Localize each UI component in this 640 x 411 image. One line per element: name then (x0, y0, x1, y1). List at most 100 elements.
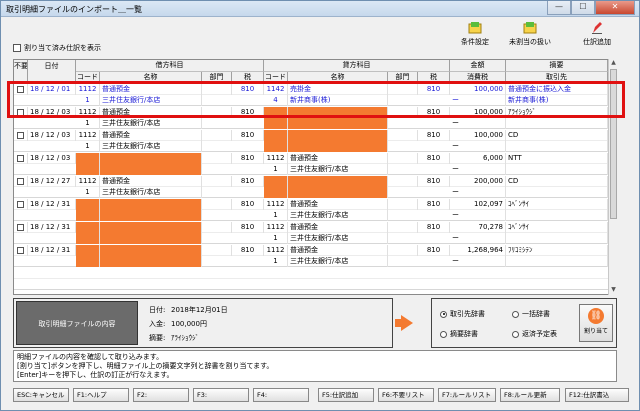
checkbox-box[interactable] (17, 178, 24, 185)
fkey-button[interactable]: F6:不要リスト (378, 388, 434, 402)
debit-sub-name: 三井住友銀行/本店 (100, 118, 202, 129)
table-row[interactable]: 18 / 12 / 27 1112 普通預金 810 810 200,000 CD (14, 176, 608, 187)
radio-source-dict-indicator[interactable] (440, 310, 447, 318)
table-row[interactable]: 18 / 12 / 31 810 1112 普通預金 810 102,097 ｺﾍﾞﾝｻｲ (14, 199, 608, 210)
fkey-button[interactable]: F2: (133, 388, 189, 402)
minimize-button[interactable]: — (547, 1, 571, 15)
header-amount: 金額 (450, 60, 506, 72)
table-row-sub[interactable] (14, 279, 608, 290)
radio-bulk-dict-indicator[interactable] (512, 310, 519, 318)
row-checkbox[interactable] (14, 107, 28, 118)
row-checkbox[interactable] (14, 222, 28, 233)
credit-dept (388, 153, 418, 164)
debit-dept (202, 245, 232, 256)
table-row-sub[interactable]: 1 三井住友銀行/本店 ー (14, 256, 608, 267)
condition-button[interactable]: 条件設定 (451, 21, 499, 47)
checkbox-box[interactable] (17, 109, 24, 116)
debit-code: 1112 (76, 130, 100, 141)
summary-source (506, 210, 608, 221)
table-row-sub[interactable]: 1 三井住友銀行/本店 ー (14, 164, 608, 175)
checkbox-box[interactable] (13, 44, 21, 52)
row-checkbox[interactable] (14, 245, 28, 256)
table-row[interactable] (14, 268, 608, 279)
debit-name: 普通預金 (100, 84, 202, 95)
table-row-sub[interactable]: 1 三井住友銀行/本店 ー (14, 233, 608, 244)
fkey-button[interactable]: F7:ルールリスト (438, 388, 496, 402)
assign-button[interactable]: ⛓ 割り当て (579, 304, 613, 342)
credit-name: 売掛金 (288, 84, 388, 95)
header-debit: 借方科目 (76, 60, 264, 72)
checkbox-box[interactable] (17, 155, 24, 162)
table-row[interactable]: 18 / 12 / 31 810 1112 普通預金 810 1,268,964 ﾌﾘｺﾐｼ… (14, 245, 608, 256)
debit-sub-code: 1 (76, 95, 100, 106)
fkey-button[interactable]: F8:ルール更新 (500, 388, 560, 402)
credit-tax: 810 (418, 130, 450, 141)
debit-tax: 810 (232, 222, 264, 233)
fkey-button[interactable]: F1:ヘルプ (73, 388, 129, 402)
debit-sub-code-missing (76, 256, 100, 267)
checkbox-box[interactable] (17, 201, 24, 208)
debit-sub-code-missing (76, 233, 100, 244)
fkey-button[interactable]: F5:仕訳追加 (318, 388, 374, 402)
checkbox-box[interactable] (17, 224, 24, 231)
add-entry-button[interactable]: 仕訳追加 (573, 21, 621, 47)
scroll-thumb[interactable] (610, 69, 617, 219)
scroll-up-icon[interactable]: ▲ (609, 59, 618, 68)
credit-tax: 810 (418, 199, 450, 210)
header-credit-tax: 税 (418, 72, 450, 84)
radio-summary-dict-indicator[interactable] (440, 330, 447, 338)
checkbox-box[interactable] (17, 132, 24, 139)
credit-sub-code: 1 (264, 256, 288, 267)
header-credit: 貸方科目 (264, 60, 450, 72)
summary: ｺﾍﾞﾝｻｲ (506, 199, 608, 210)
fkey-button[interactable]: ESC:キャンセル (13, 388, 69, 402)
table-row[interactable]: 18 / 12 / 01 1112 普通預金 810 1142 売掛金 810 100,000… (14, 84, 608, 95)
unassigned-button[interactable]: 未割当の扱い (506, 21, 554, 47)
tax-amount: ー (450, 95, 506, 106)
table-row-sub[interactable]: 1 三井住友銀行/本店 4 新井商事(株) ー新井商事(株) (14, 95, 608, 106)
detail-date: 日付: 2018年12月01日 (149, 305, 228, 315)
radio-bulk-dict[interactable]: 一括辞書 (512, 309, 550, 319)
show-assigned-checkbox[interactable]: 割り当て済み仕訳を表示 (13, 43, 101, 53)
checkbox-box[interactable] (17, 247, 24, 254)
message-line-1: 明細ファイルの内容を確認して取り込みます。 (17, 353, 164, 361)
close-button[interactable]: ✕ (595, 1, 635, 15)
row-checkbox[interactable] (14, 130, 28, 141)
table-row[interactable]: 18 / 12 / 03 810 1112 普通預金 810 6,000 NTT (14, 153, 608, 164)
row-checkbox[interactable] (14, 153, 28, 164)
header-source: 取引先 (506, 72, 608, 84)
radio-summary-dict[interactable]: 摘要辞書 (440, 329, 478, 339)
row-checkbox[interactable] (14, 199, 28, 210)
add-entry-label: 仕訳追加 (583, 38, 611, 46)
debit-code: 1112 (76, 107, 100, 118)
radio-repayment-indicator[interactable] (512, 330, 519, 338)
fkey-button[interactable]: F12:仕訳書込 (565, 388, 629, 402)
checkbox-box[interactable] (17, 86, 24, 93)
row-checkbox[interactable] (14, 84, 28, 95)
credit-sub-name: 三井住友銀行/本店 (288, 210, 388, 221)
debit-sub-code-missing (76, 164, 100, 175)
credit-tax: 810 (418, 176, 450, 187)
debit-code-missing (76, 199, 100, 210)
table-row-sub[interactable]: 1 三井住友銀行/本店 ー (14, 141, 608, 152)
table-row[interactable]: 18 / 12 / 31 810 1112 普通預金 810 70,278 ｺﾍﾞﾝｻｲ (14, 222, 608, 233)
grid-scrollbar[interactable]: ▲ ▼ (608, 59, 617, 295)
maximize-button[interactable]: ☐ (571, 1, 595, 15)
fkey-button[interactable]: F3: (193, 388, 249, 402)
row-checkbox[interactable] (14, 176, 28, 187)
table-row-sub[interactable]: 1 三井住友銀行/本店 ー (14, 210, 608, 221)
credit-sub-name-missing (288, 187, 388, 198)
table-row[interactable]: 18 / 12 / 03 1112 普通預金 810 810 100,000 CD (14, 130, 608, 141)
credit-sub-code-missing (264, 141, 288, 152)
table-row-sub[interactable]: 1 三井住友銀行/本店 ー (14, 118, 608, 129)
table-row[interactable]: 18 / 12 / 03 1112 普通預金 810 810 100,000 ｱﾗｲｼｮｳｼ… (14, 107, 608, 118)
table-row-sub[interactable]: 1 三井住友銀行/本店 ー (14, 187, 608, 198)
radio-repayment[interactable]: 返済予定表 (512, 329, 557, 339)
scroll-down-icon[interactable]: ▼ (609, 286, 618, 295)
fkey-button[interactable]: F4: (253, 388, 309, 402)
title-bar: 取引明細ファイルのインポート＿一覧 — ☐ ✕ (1, 1, 639, 17)
credit-sub-name: 新井商事(株) (288, 95, 388, 106)
radio-source-dict[interactable]: 取引先辞書 (440, 309, 485, 319)
credit-dept (388, 245, 418, 256)
summary: ｺﾍﾞﾝｻｲ (506, 222, 608, 233)
